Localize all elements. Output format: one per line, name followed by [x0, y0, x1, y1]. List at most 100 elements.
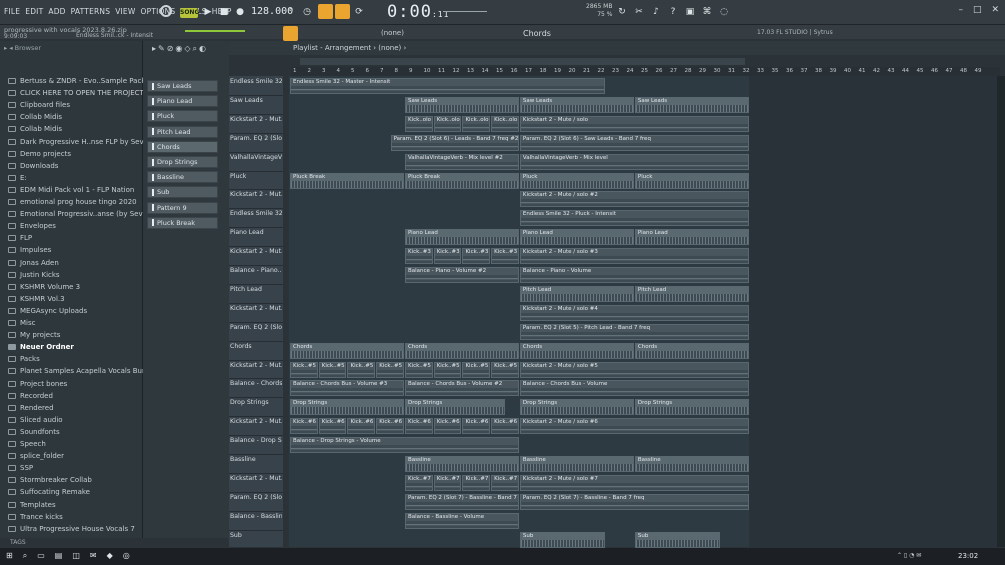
track-name[interactable]: Kickstart 2 - Mut.. [230, 247, 282, 256]
browser-item[interactable]: MEGAsync Uploads [8, 305, 87, 317]
pattern-clip[interactable]: Pluck Break [290, 172, 404, 189]
automation-clip[interactable]: Param. EQ 2 (Slot 6) - Saw Leads - Band … [519, 134, 749, 151]
track-name[interactable]: Param. EQ 2 (Slot.. [230, 323, 282, 332]
save-icon[interactable]: ▣ [683, 5, 697, 19]
automation-clip[interactable]: Kick..#5 [433, 361, 462, 378]
automation-clip[interactable]: Kickstart 2 - Mute / solo #4 [519, 304, 749, 321]
stop-icon[interactable]: ■ [217, 5, 231, 19]
browser-item[interactable]: Sliced audio [8, 414, 63, 426]
maximize-icon[interactable]: □ [973, 5, 982, 15]
pattern-clip[interactable]: Saw Leads [519, 96, 634, 113]
windows-start-icon[interactable]: ⊞ [6, 551, 13, 561]
search-icon[interactable]: ⌕ [23, 551, 27, 561]
automation-clip[interactable]: Kick..#5 [318, 361, 347, 378]
pattern-clip[interactable]: Chords [404, 342, 519, 359]
mail-icon[interactable]: ✉ [90, 551, 97, 561]
pattern-clip[interactable]: Pluck Break [404, 172, 519, 189]
fl-studio-task-icon[interactable]: ◆ [107, 551, 113, 561]
browser-item[interactable]: Templates [8, 499, 56, 511]
track-name[interactable]: Kickstart 2 - Mut.. [230, 304, 282, 313]
automation-clip[interactable]: Kick..#5 [376, 361, 404, 378]
automation-clip[interactable]: Balance - Chords Bus - Volume #2 [404, 380, 519, 397]
vertical-scrollbar[interactable] [997, 76, 1005, 547]
track-name[interactable]: Balance - Basslin.. [230, 512, 282, 521]
pattern-clip[interactable]: Chords [290, 342, 404, 359]
pattern-clip[interactable]: Drop Strings [404, 399, 505, 416]
automation-clip[interactable]: Kick..#3 [433, 248, 462, 265]
track-name[interactable]: Kickstart 2 - Mut.. [230, 115, 282, 124]
pattern-clip[interactable]: Sub [519, 531, 606, 548]
chat-icon[interactable]: ◌ [717, 5, 731, 19]
track-name[interactable]: Balance - Drop S.. [230, 436, 282, 445]
browser-item[interactable]: CLICK HERE TO OPEN THE PROJECT [8, 87, 144, 99]
track-name[interactable]: Piano Lead [230, 228, 282, 237]
store-icon[interactable]: ◫ [72, 551, 80, 561]
automation-clip[interactable]: ValhallaVintageVerb - Mix level #2 [404, 153, 519, 170]
menu-item[interactable]: FILE [4, 7, 20, 16]
menu-item[interactable]: VIEW [115, 7, 135, 16]
automation-clip[interactable]: Kickstart 2 - Mute / solo #2 [519, 191, 749, 208]
automation-clip[interactable]: Kick..#6 [404, 418, 433, 435]
track-name[interactable]: Endless Smile 32 [230, 77, 282, 86]
pattern-clip[interactable]: Piano Lead [519, 229, 634, 246]
pattern-clip[interactable]: Saw Leads [634, 96, 749, 113]
browser-item[interactable]: Recorded [8, 390, 53, 402]
automation-clip[interactable]: Kick..#6 [347, 418, 376, 435]
automation-clip[interactable]: Kick..#7 [462, 474, 491, 491]
playlist-scrollbar[interactable] [300, 58, 745, 65]
pattern-clip[interactable]: Chords [634, 342, 749, 359]
automation-clip[interactable]: Kickstart 2 - Mute / solo #3 [519, 248, 749, 265]
pattern-clip[interactable]: Piano Lead [634, 229, 749, 246]
automation-clip[interactable]: Kick..olo [462, 115, 491, 132]
pattern-clip[interactable]: Drop Strings [519, 399, 634, 416]
automation-clip[interactable]: Kick..#6 [491, 418, 519, 435]
tools-icon[interactable]: ✂ [632, 5, 646, 19]
pattern-item[interactable]: Pitch Lead [147, 125, 218, 138]
pattern-clip[interactable]: Bassline [519, 456, 634, 472]
track-name[interactable]: Kickstart 2 - Mut.. [230, 417, 282, 426]
browser-item[interactable]: Downloads [8, 160, 58, 172]
pattern-item[interactable]: Pluck [147, 110, 218, 123]
automation-clip[interactable]: Balance - Chords Bus - Volume [519, 380, 749, 397]
track-name[interactable]: Balance - Piano.. [230, 266, 282, 275]
automation-clip[interactable]: Endless Smile 32 - Master - Intensit [290, 78, 606, 94]
track-name[interactable]: Pitch Lead [230, 285, 282, 294]
help-icon[interactable]: ? [666, 5, 680, 19]
track-name[interactable]: Param. EQ 2 (Slot.. [230, 493, 282, 502]
main-pitch-slider[interactable] [185, 30, 245, 32]
pattern-selector[interactable]: (none) [381, 29, 404, 37]
track-name[interactable]: Sub [230, 531, 282, 540]
automation-clip[interactable]: Param. EQ 2 (Slot 7) - Bassline - Band 7… [404, 493, 519, 510]
automation-clip[interactable]: Kickstart 2 - Mute / solo [519, 115, 749, 132]
minimize-icon[interactable]: – [958, 5, 963, 15]
pattern-clip[interactable]: Pitch Lead [634, 285, 749, 302]
pattern-item[interactable]: Chords [147, 140, 218, 153]
automation-clip[interactable]: Kick..#5 [404, 361, 433, 378]
browser-item[interactable]: EDM Midi Pack vol 1 - FLP Nation [8, 184, 134, 196]
automation-clip[interactable]: Kick..#3 [491, 248, 519, 265]
pattern-item[interactable]: Pluck Break [147, 216, 218, 229]
metronome-icon[interactable]: ⌃ [284, 5, 298, 19]
automation-clip[interactable]: Param. EQ 2 (Slot 5) - Pitch Lead - Band… [519, 323, 749, 340]
close-icon[interactable]: ✕ [991, 5, 999, 15]
pattern-clip[interactable]: Pluck [634, 172, 749, 189]
browser-item[interactable]: Demo projects [8, 148, 71, 160]
browser-item[interactable]: Collab Midis [8, 123, 62, 135]
track-name[interactable]: Chords [230, 342, 282, 351]
pattern-clip[interactable]: Pitch Lead [519, 285, 634, 302]
pattern-clip[interactable]: Drop Strings [634, 399, 749, 416]
mic-icon[interactable]: ♪ [649, 5, 663, 19]
pattern-mode-icon[interactable] [160, 5, 172, 17]
browser-item[interactable]: Misc [8, 317, 35, 329]
blend-notes-icon[interactable] [335, 4, 350, 19]
automation-clip[interactable]: Kick..#6 [433, 418, 462, 435]
browser-item[interactable]: SSP [8, 462, 33, 474]
automation-clip[interactable]: Kickstart 2 - Mute / solo #7 [519, 474, 749, 491]
pattern-clip[interactable]: Bassline [404, 456, 519, 472]
track-name[interactable]: Kickstart 2 - Mut.. [230, 474, 282, 483]
undo-icon[interactable]: ↻ [615, 5, 629, 19]
master-volume-slider[interactable] [443, 11, 487, 12]
record-icon[interactable]: ● [233, 5, 247, 19]
browser-item[interactable]: Envelopes [8, 220, 56, 232]
plugin-icon[interactable]: ⌘ [700, 5, 714, 19]
